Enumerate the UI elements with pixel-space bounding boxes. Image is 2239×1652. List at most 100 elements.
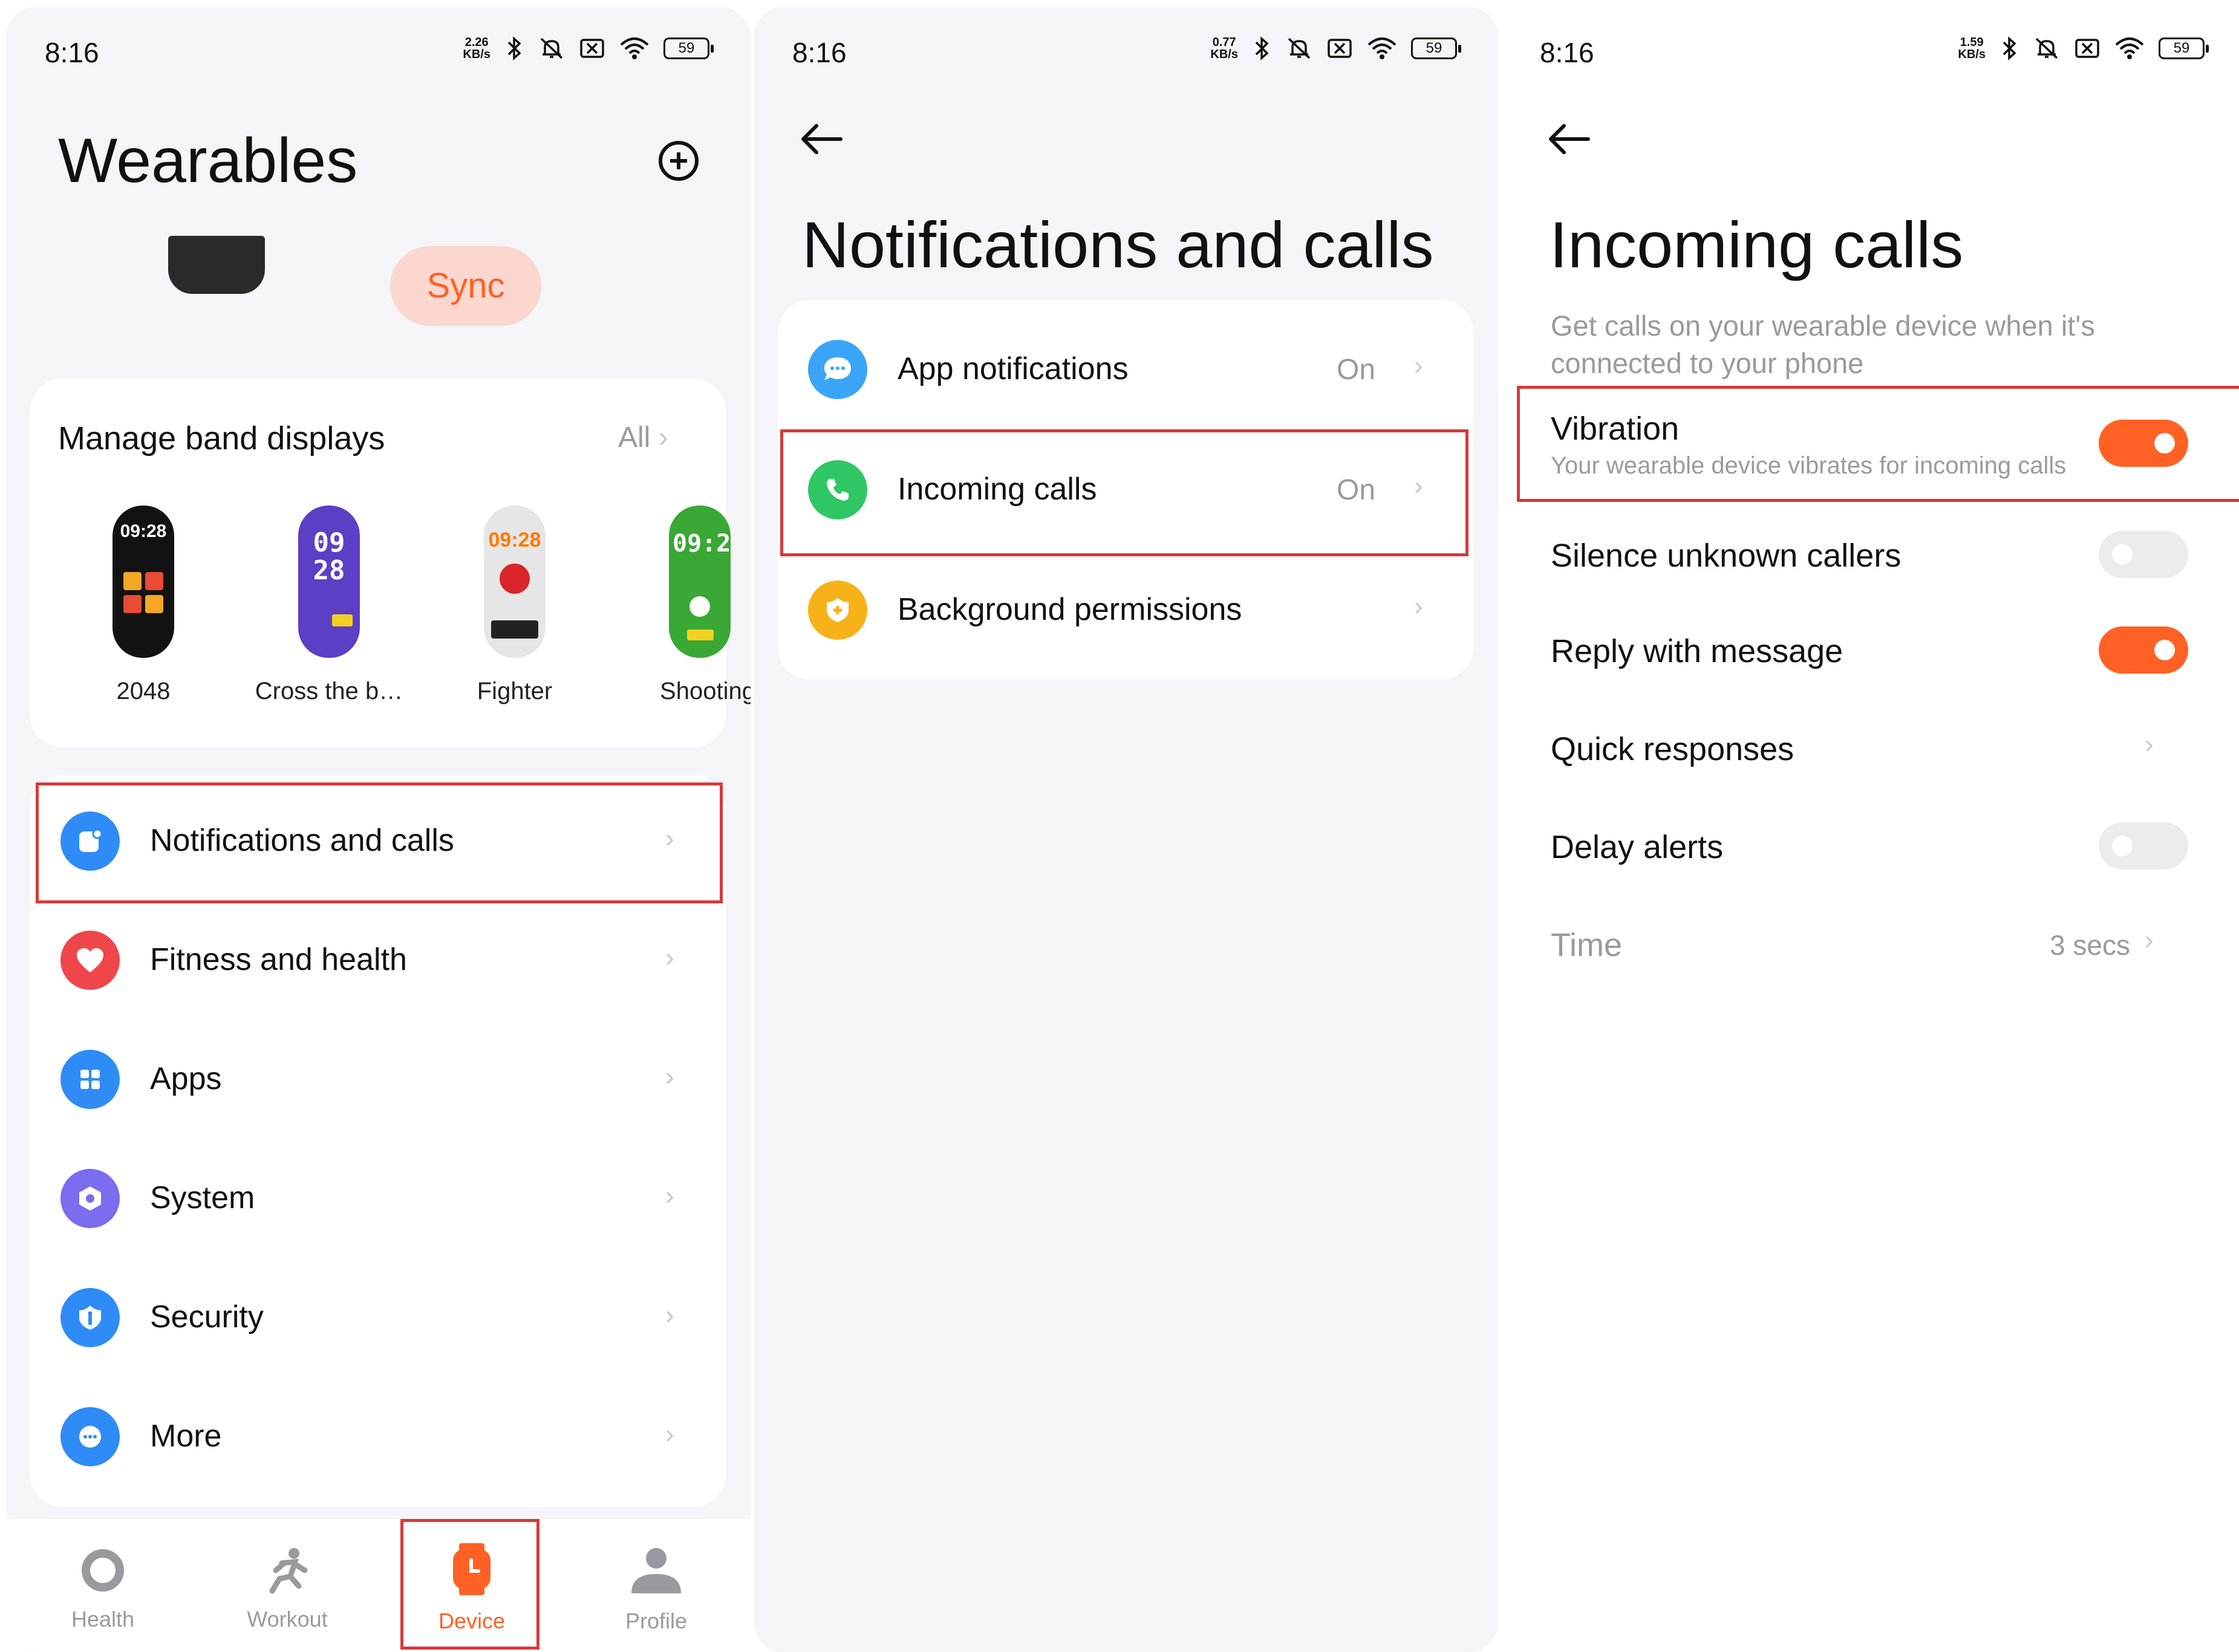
chevron-right-icon: › bbox=[665, 1181, 674, 1211]
menu-item-label: Apps bbox=[150, 1061, 222, 1096]
row-app-notifications[interactable]: App notifications On › bbox=[778, 312, 1473, 427]
page-title: Incoming calls bbox=[1550, 208, 1964, 281]
page-subtitle: Get calls on your wearable device when i… bbox=[1551, 310, 2095, 379]
wifi-icon bbox=[620, 37, 649, 59]
menu-item-more[interactable]: More › bbox=[30, 1383, 726, 1492]
row-quick-responses[interactable]: Quick responses › bbox=[1501, 709, 2239, 787]
tile bbox=[123, 572, 142, 590]
menu-item-system[interactable]: System › bbox=[30, 1145, 726, 1254]
menu-item-apps[interactable]: Apps › bbox=[30, 1026, 726, 1134]
chat-bubble-icon bbox=[808, 340, 867, 399]
row-label: App notifications bbox=[898, 351, 1129, 386]
watch-face-time: 09:28 bbox=[673, 530, 731, 558]
chevron-right-icon: › bbox=[665, 1062, 674, 1091]
watch-face-time: 09:28 bbox=[488, 528, 541, 551]
heart-icon bbox=[60, 931, 120, 990]
glove-graphic bbox=[500, 564, 530, 594]
more-dots-icon bbox=[60, 1407, 120, 1466]
back-arrow-icon[interactable] bbox=[1546, 122, 1592, 156]
row-label: Time bbox=[1551, 927, 1622, 963]
row-label: Silence unknown callers bbox=[1551, 538, 1902, 574]
bluetooth-icon bbox=[1255, 36, 1269, 60]
health-ring-icon[interactable] bbox=[79, 1546, 127, 1595]
nav-profile[interactable]: Profile bbox=[596, 1608, 717, 1634]
system-hexagon-icon bbox=[60, 1169, 120, 1228]
wifi-icon bbox=[2115, 37, 2144, 59]
row-label: Delay alerts bbox=[1551, 829, 1724, 865]
network-speed: 1.59 KB/s bbox=[1958, 36, 1986, 61]
profile-person-icon[interactable] bbox=[629, 1546, 683, 1595]
sim-off-icon bbox=[580, 39, 604, 58]
row-background-permissions[interactable]: Background permissions › bbox=[778, 553, 1473, 668]
watch-face-label: Cross the b… bbox=[255, 678, 403, 704]
menu-item-fitness[interactable]: Fitness and health › bbox=[30, 906, 726, 1015]
status-icons: 2.26 KB/s 59 bbox=[463, 36, 714, 61]
ball-graphic bbox=[689, 596, 710, 617]
row-time[interactable]: Time 3 secs › bbox=[1501, 905, 2239, 983]
status-icons: 0.77 KB/s 59 bbox=[1210, 36, 1461, 61]
nav-workout[interactable]: Workout bbox=[227, 1607, 348, 1632]
chevron-right-icon: › bbox=[1414, 591, 1423, 621]
row-silence-unknown[interactable]: Silence unknown callers bbox=[1501, 515, 2239, 594]
running-icon[interactable] bbox=[260, 1546, 315, 1595]
apps-grid-icon bbox=[60, 1050, 120, 1109]
mute-bell-icon bbox=[540, 37, 563, 59]
sync-button[interactable]: Sync bbox=[390, 246, 541, 326]
row-label: Background permissions bbox=[898, 592, 1242, 627]
watch-face-2048[interactable]: 09:28 bbox=[112, 506, 174, 658]
status-time: 8:16 bbox=[792, 37, 847, 68]
watch-face-minute: 28 bbox=[313, 555, 345, 586]
watch-face-label: 2048 bbox=[116, 678, 171, 704]
sim-off-icon bbox=[2075, 39, 2099, 58]
row-label: Reply with message bbox=[1551, 633, 1843, 669]
watch-face-cross[interactable]: 09 28 bbox=[298, 506, 360, 658]
chevron-right-icon: › bbox=[2145, 925, 2154, 955]
status-time: 8:16 bbox=[45, 37, 99, 68]
chevron-right-icon: › bbox=[665, 1300, 674, 1330]
row-value: 3 secs bbox=[2050, 929, 2130, 961]
chevron-right-icon: › bbox=[2145, 729, 2154, 759]
network-speed: 0.77 KB/s bbox=[1210, 36, 1238, 61]
row-delay-alerts[interactable]: Delay alerts bbox=[1501, 807, 2239, 885]
all-displays-link[interactable]: All › bbox=[618, 421, 668, 454]
tile bbox=[123, 595, 142, 613]
sim-off-icon bbox=[1328, 39, 1352, 58]
play-tag bbox=[332, 614, 353, 626]
battery-indicator: 59 bbox=[1411, 37, 1461, 59]
mute-bell-icon bbox=[2035, 37, 2058, 59]
highlight-box bbox=[1517, 386, 2239, 502]
chevron-right-icon: › bbox=[1414, 351, 1423, 380]
wearables-screen: 8:16 2.26 KB/s 59 Wearables Sync Manage b… bbox=[6, 7, 751, 1652]
watch-face-hour: 09 bbox=[313, 527, 345, 558]
watch-face-shooting[interactable]: 09:28 bbox=[669, 506, 731, 658]
highlight-box bbox=[780, 429, 1468, 556]
network-speed: 2.26 KB/s bbox=[463, 36, 490, 61]
band-image bbox=[168, 236, 265, 294]
delay-toggle[interactable] bbox=[2099, 822, 2188, 870]
watch-face-fighter[interactable]: 09:28 bbox=[484, 506, 546, 658]
band-displays-title: Manage band displays bbox=[58, 420, 385, 457]
nav-health[interactable]: Health bbox=[42, 1607, 163, 1632]
menu-item-security[interactable]: Security › bbox=[30, 1264, 726, 1373]
wifi-icon bbox=[1367, 37, 1397, 59]
reply-toggle[interactable] bbox=[2099, 626, 2188, 674]
silence-toggle[interactable] bbox=[2099, 531, 2188, 578]
incoming-calls-screen: 8:16 1.59 KB/s 59 Incoming calls Get call… bbox=[1501, 7, 2239, 1652]
menu-item-label: System bbox=[150, 1180, 255, 1215]
bluetooth-icon bbox=[507, 36, 521, 60]
mute-bell-icon bbox=[1288, 37, 1311, 59]
watch-face-time: 09:28 bbox=[120, 521, 167, 541]
highlight-box bbox=[400, 1519, 539, 1650]
add-device-icon[interactable] bbox=[657, 139, 700, 183]
bluetooth-icon bbox=[2003, 36, 2016, 60]
page-title: Notifications and calls bbox=[802, 208, 1434, 281]
tile bbox=[145, 572, 163, 590]
go-banner bbox=[491, 620, 538, 639]
watch-face-label: Shooting bbox=[660, 678, 751, 704]
row-label: Quick responses bbox=[1551, 731, 1794, 767]
back-arrow-icon[interactable] bbox=[798, 122, 844, 156]
row-reply-message[interactable]: Reply with message bbox=[1501, 612, 2239, 691]
status-icons: 1.59 KB/s 59 bbox=[1958, 36, 2209, 61]
tile bbox=[145, 595, 163, 613]
menu-item-label: Fitness and health bbox=[150, 942, 407, 977]
